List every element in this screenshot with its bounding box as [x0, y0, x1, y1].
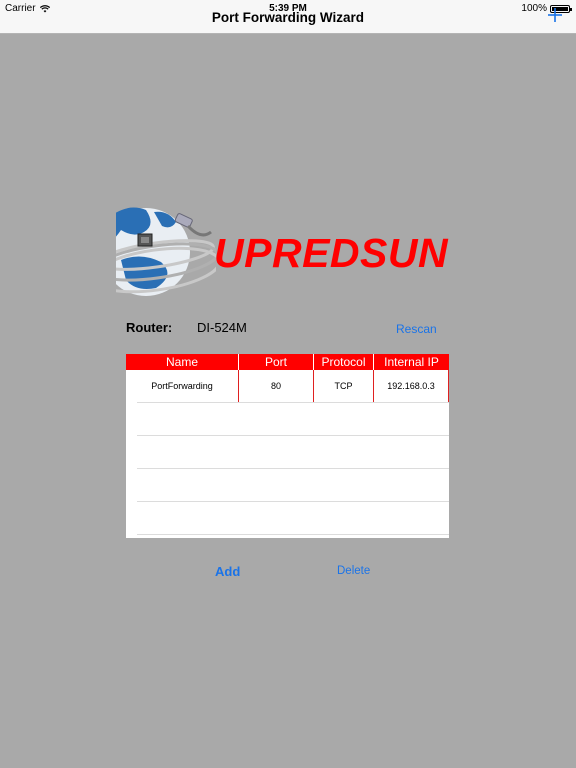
row-divider	[137, 534, 449, 535]
router-label: Router:	[126, 320, 173, 335]
row-divider	[137, 468, 449, 469]
row-divider	[137, 402, 449, 403]
port-forwarding-table: Name Port Protocol Internal IP PortForwa…	[126, 354, 449, 538]
column-header-protocol: Protocol	[314, 354, 374, 370]
row-divider	[137, 501, 449, 502]
rescan-button[interactable]: Rescan	[396, 322, 437, 336]
plus-icon[interactable]	[548, 8, 562, 22]
brand-logo-text: UPREDSUN	[214, 230, 449, 276]
brand-logo: UPREDSUN	[116, 200, 462, 298]
cell-name: PortForwarding	[126, 370, 239, 402]
cell-protocol: TCP	[314, 370, 374, 402]
add-button[interactable]: Add	[215, 564, 240, 579]
globe-icon	[116, 207, 216, 296]
router-name: DI-524M	[197, 320, 247, 335]
delete-button[interactable]: Delete	[337, 565, 370, 577]
table-row[interactable]: PortForwarding 80 TCP 192.168.0.3	[126, 370, 449, 402]
table-header: Name Port Protocol Internal IP	[126, 354, 449, 370]
column-header-internal-ip: Internal IP	[384, 355, 439, 369]
cell-port: 80	[239, 370, 314, 402]
cell-internal-ip: 192.168.0.3	[374, 370, 449, 402]
row-divider	[137, 435, 449, 436]
status-and-nav-bar: Carrier 5:39 PM 100% Port Forwarding Wiz…	[0, 0, 576, 34]
page-title: Port Forwarding Wizard	[211, 10, 365, 25]
column-header-name: Name	[126, 354, 239, 370]
column-header-port: Port	[239, 354, 314, 370]
